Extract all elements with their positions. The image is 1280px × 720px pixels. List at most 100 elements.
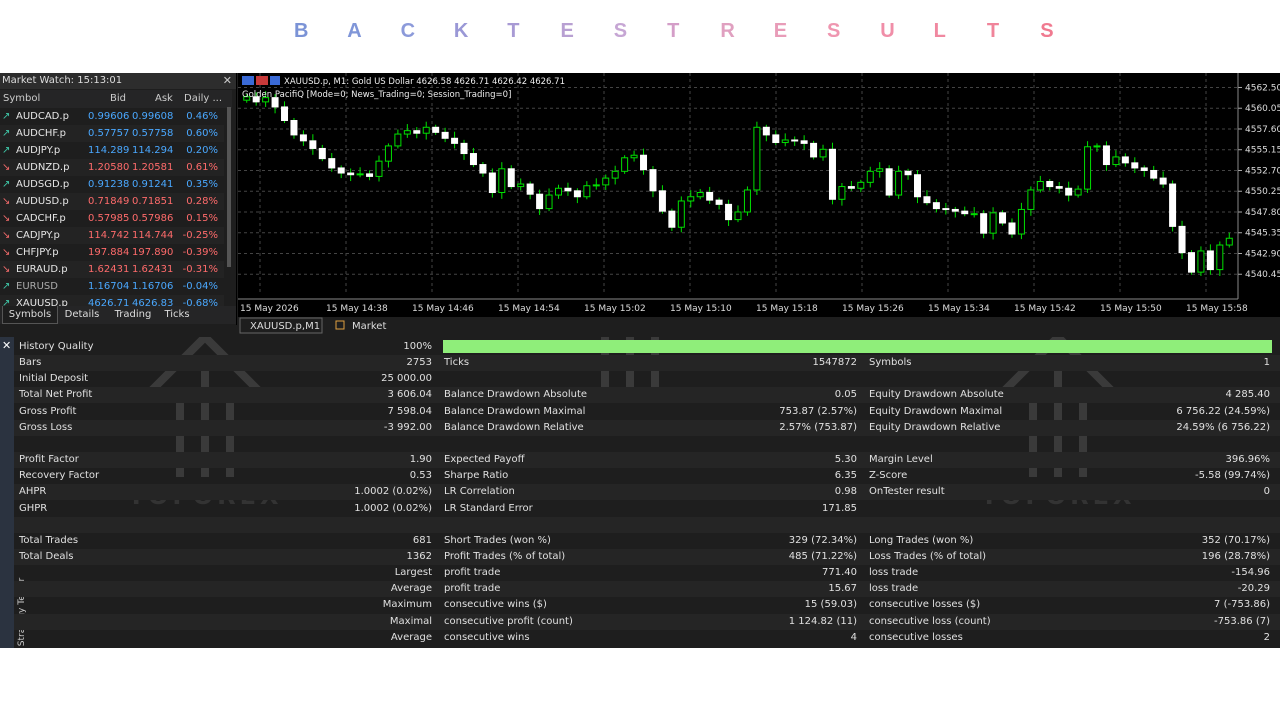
daily-change: 0.15% <box>186 213 218 224</box>
stat-value: 15.67 <box>828 583 857 595</box>
table-row: Bars 2753 Ticks 1547872 Symbols 1 <box>14 355 1280 372</box>
candle-body <box>876 168 884 172</box>
candle-body <box>507 168 515 188</box>
stat-label: Initial Deposit <box>19 373 89 385</box>
stat-label: Gross Profit <box>19 405 77 417</box>
tab-trading[interactable]: Trading <box>108 306 158 323</box>
table-row: Average consecutive wins 4 consecutive loss… <box>14 630 1280 646</box>
stat-label: Z-Score <box>869 470 908 482</box>
stat-label: Total Trades <box>19 534 79 546</box>
y-tick-label: 4545.35 <box>1245 229 1280 239</box>
tab-symbols[interactable]: Symbols <box>2 306 58 324</box>
candle-body <box>281 106 289 122</box>
lock-icon <box>335 320 345 330</box>
y-tick-label: 4542.90 <box>1245 249 1280 259</box>
candle-body <box>318 147 326 160</box>
list-item[interactable]: ↗ AUDCHF.p 0.57757 0.57758 0.60% <box>0 125 224 142</box>
arrow-up-icon: ↗ <box>2 128 11 139</box>
x-tick-label: 15 May 15:26 <box>842 304 904 314</box>
table-row: Total Net Profit 3 606.04 Balance Drawdown… <box>14 387 1280 404</box>
list-item[interactable]: ↗ AUDCAD.p 0.99606 0.99608 0.46% <box>0 108 224 125</box>
stat-label: Recovery Factor <box>19 470 100 482</box>
x-tick-label: 15 May 15:10 <box>670 304 732 314</box>
title-letter: A <box>347 20 362 42</box>
candlestick-chart: 4562.50 4560.05 4557.60 4555.15 4552.70 4550.… <box>238 73 1280 314</box>
ask-price: 0.57758 <box>132 128 174 139</box>
list-item[interactable]: ↘ AUDNZD.p 1.20580 1.20581 0.61% <box>0 159 224 176</box>
tab-xauusd[interactable]: XAUUSD.p,M1 <box>250 321 320 332</box>
price-chart[interactable]: 4562.50 4560.05 4557.60 4555.15 4552.70 4550.… <box>238 73 1280 325</box>
stat-label: Loss Trades (% of total) <box>869 550 987 562</box>
x-tick-label: 15 May 14:38 <box>326 304 388 314</box>
stat-value: -753.86 (7) <box>1214 615 1270 627</box>
candle-body <box>498 168 506 194</box>
stat-value: 1362 <box>406 550 432 562</box>
candle-body <box>309 140 317 149</box>
x-tick-label: 15 May 14:46 <box>412 304 474 314</box>
scrollbar[interactable] <box>227 107 231 267</box>
col-bid[interactable]: Bid <box>110 90 126 108</box>
candle-body <box>706 192 714 201</box>
list-item[interactable]: ↘ CHFJPY.p 197.884 197.890 -0.39% <box>0 244 224 261</box>
col-symbol[interactable]: Symbol <box>3 90 40 108</box>
tab-details[interactable]: Details <box>58 306 106 323</box>
stat-value: 329 (72.34%) <box>788 534 857 546</box>
candle-body <box>564 187 572 192</box>
list-item[interactable]: ↘ CADCHF.p 0.57985 0.57986 0.15% <box>0 210 224 227</box>
title-letter: T <box>507 20 520 42</box>
stat-label: Short Trades (won %) <box>444 534 551 546</box>
close-icon[interactable]: ✕ <box>2 339 11 352</box>
list-item[interactable]: ↘ CADJPY.p 114.742 114.744 -0.25% <box>0 227 224 244</box>
stat-label: consecutive wins ($) <box>444 599 547 611</box>
close-icon[interactable]: ✕ <box>223 73 232 89</box>
list-item[interactable]: ↘ EURAUD.p 1.62431 1.62431 -0.31% <box>0 261 224 278</box>
stat-value: 3 606.04 <box>387 389 432 401</box>
list-item[interactable]: ↘ AUDUSD.p 0.71849 0.71851 0.28% <box>0 193 224 210</box>
list-item[interactable]: ↗ EURUSD 1.16704 1.16706 -0.04% <box>0 278 224 295</box>
candle-body <box>479 164 487 174</box>
col-daily[interactable]: Daily ... <box>184 90 222 108</box>
title-letter: S <box>1040 20 1054 42</box>
candle-body <box>781 139 789 144</box>
symbol-name: EURAUD.p <box>16 264 68 275</box>
stat-value: -3 992.00 <box>383 421 432 433</box>
tab-market[interactable]: Market <box>352 321 386 332</box>
candle-body <box>668 210 676 228</box>
candle-body <box>375 160 383 177</box>
bid-price: 1.62431 <box>88 264 130 275</box>
title-letter: E <box>773 20 788 42</box>
tab-ticks[interactable]: Ticks <box>160 306 194 323</box>
table-row: Gross Profit 7 598.04 Balance Drawdown Max… <box>14 404 1280 420</box>
title-letter: T <box>986 20 1000 42</box>
stat-label: Long Trades (won %) <box>869 534 974 546</box>
stat-value: 1.0002 (0.02%) <box>354 486 432 498</box>
candle-body <box>914 174 922 198</box>
stat-value: Average <box>390 583 432 595</box>
stat-value: 0.05 <box>834 389 857 401</box>
list-item[interactable]: ↗ AUDSGD.p 0.91238 0.91241 0.35% <box>0 176 224 193</box>
table-row: Total Deals 1362 Profit Trades (% of total… <box>14 548 1280 565</box>
col-ask[interactable]: Ask <box>155 90 173 108</box>
candle-body <box>573 190 581 198</box>
stat-value: 7 598.04 <box>387 405 432 417</box>
title-letter: S <box>827 20 841 42</box>
arrow-up-icon: ↗ <box>2 111 11 122</box>
stat-label: Margin Level <box>869 454 933 466</box>
candle-body <box>394 133 402 147</box>
symbol-name: CADCHF.p <box>16 213 66 224</box>
candle-body <box>980 213 988 234</box>
daily-change: -0.25% <box>182 230 218 241</box>
candle-body <box>734 211 742 221</box>
x-tick-label: 15 May 14:54 <box>498 304 560 314</box>
table-row: GHPR 1.0002 (0.02%) LR Standard Error 171.8… <box>14 501 1280 517</box>
stat-value: 4 <box>850 631 857 643</box>
candle-body <box>847 186 855 189</box>
x-tick-label: 15 May 15:50 <box>1100 304 1162 314</box>
list-item[interactable]: ↗ AUDJPY.p 114.289 114.294 0.20% <box>0 142 224 159</box>
stat-value: 1547872 <box>812 357 857 369</box>
ask-price: 0.71851 <box>132 196 174 207</box>
stat-value: 753.87 (2.57%) <box>779 405 857 417</box>
arrow-down-icon: ↘ <box>2 264 11 275</box>
x-tick-label: 15 May 15:18 <box>756 304 818 314</box>
candle-body <box>885 168 893 196</box>
